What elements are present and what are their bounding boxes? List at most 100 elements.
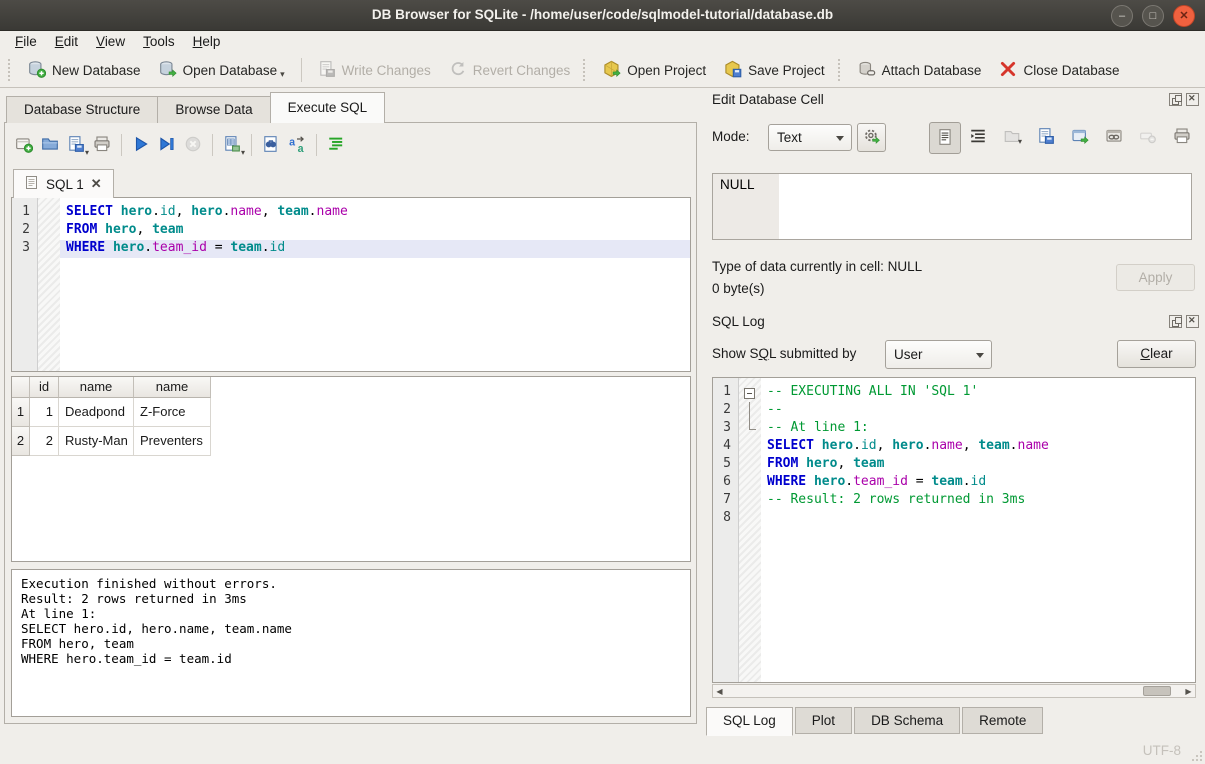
export-results-button[interactable]: ▾	[219, 132, 245, 158]
tab-execute-sql[interactable]: Execute SQL	[270, 92, 386, 123]
scroll-right-icon[interactable]: ▶	[1182, 685, 1195, 697]
table-cell[interactable]: 1	[30, 398, 59, 427]
resize-grip[interactable]	[1190, 749, 1202, 761]
table-cell[interactable]: Deadpond	[59, 398, 134, 427]
apply-button[interactable]: Apply	[1116, 264, 1195, 291]
code-token: .	[309, 204, 317, 219]
results-column-header[interactable]: name	[59, 377, 134, 398]
sql-editor-code[interactable]: SELECT hero.id, hero.name, team.nameFROM…	[60, 198, 690, 371]
menu-item-tools[interactable]: Tools	[134, 32, 184, 51]
row-number-cell[interactable]: 1	[12, 398, 30, 427]
save-project-button[interactable]: Save Project	[715, 56, 834, 85]
mode-combobox[interactable]: Text	[768, 124, 852, 151]
toolbar-grip[interactable]	[8, 59, 15, 81]
open-database-button[interactable]: c => ``Open Database▾	[150, 56, 294, 85]
float-dock-icon[interactable]	[1169, 93, 1182, 106]
close-dock-icon[interactable]	[1186, 93, 1199, 106]
table-cell[interactable]: Rusty-Man	[59, 427, 134, 456]
print-cell-button[interactable]	[1172, 127, 1192, 147]
cell-link-button[interactable]	[1104, 127, 1124, 147]
menu-item-file[interactable]: File	[6, 32, 46, 51]
fold-margin-cell	[739, 456, 761, 474]
fold-marker[interactable]	[739, 402, 761, 420]
new-database-button[interactable]: c => ``New Database	[19, 56, 150, 85]
sql-log-fold-margin[interactable]	[739, 378, 761, 682]
revert-changes-button[interactable]: Revert Changes	[440, 56, 580, 85]
bottom-tab-db-schema[interactable]: DB Schema	[854, 707, 960, 734]
code-token: --	[767, 402, 783, 417]
table-cell[interactable]: 2	[30, 427, 59, 456]
bottom-tab-sql-log[interactable]: SQL Log	[706, 707, 793, 736]
find-in-sql-button[interactable]	[258, 132, 284, 158]
fold-marker[interactable]	[739, 384, 761, 402]
sql-editor[interactable]: 123 SELECT hero.id, hero.name, team.name…	[11, 197, 691, 372]
menu-item-view[interactable]: View	[87, 32, 134, 51]
sql-log-horizontal-scrollbar[interactable]: ◀ ▶	[712, 684, 1196, 698]
sql-log-filter-combobox[interactable]: User	[885, 340, 992, 369]
execute-all-button[interactable]	[128, 132, 154, 158]
tab-database-structure[interactable]: Database Structure	[6, 96, 158, 123]
results-header-row: idnamename	[12, 377, 690, 398]
results-column-header[interactable]: id	[30, 377, 59, 398]
new-sql-tab-button[interactable]	[11, 132, 37, 158]
set-null-button[interactable]	[1138, 127, 1158, 147]
write-changes-button[interactable]: Write Changes	[309, 56, 440, 85]
close-sql-tab-icon[interactable]: ✕	[91, 176, 102, 192]
results-column-header[interactable]: name	[134, 377, 211, 398]
code-token: team	[230, 240, 261, 255]
toolbar-grip[interactable]	[583, 59, 590, 81]
auto-mode-button[interactable]	[857, 123, 886, 152]
scrollbar-thumb[interactable]	[1143, 686, 1171, 696]
tab-browse-data[interactable]: Browse Data	[157, 96, 270, 123]
close-button[interactable]: ✕	[1173, 5, 1195, 27]
sql-log-code[interactable]: -- EXECUTING ALL IN 'SQL 1'---- At line …	[761, 378, 1195, 682]
dropdown-caret-icon[interactable]: ▾	[280, 69, 285, 80]
print-sql-button[interactable]	[89, 132, 115, 158]
dropdown-caret-icon[interactable]: ▾	[241, 148, 245, 157]
results-corner-cell[interactable]	[12, 377, 30, 398]
menu-item-edit[interactable]: Edit	[46, 32, 87, 51]
code-token	[105, 240, 113, 255]
fold-marker[interactable]	[739, 420, 761, 438]
close-dock-icon[interactable]	[1186, 315, 1199, 328]
menu-item-help[interactable]: Help	[184, 32, 230, 51]
save-cell-data-button[interactable]	[1036, 127, 1056, 147]
word-wrap-button[interactable]	[968, 127, 988, 147]
text-mode-button[interactable]	[929, 122, 961, 154]
execute-current-line-button[interactable]	[154, 132, 180, 158]
float-dock-icon[interactable]	[1169, 315, 1182, 328]
window-titlebar[interactable]: DB Browser for SQLite - /home/user/code/…	[0, 0, 1205, 31]
open-project-icon	[603, 60, 621, 81]
row-number-cell[interactable]: 2	[12, 427, 30, 456]
code-token: ,	[837, 456, 853, 471]
code-token	[113, 204, 121, 219]
minimize-button[interactable]: –	[1111, 5, 1133, 27]
import-in-cell-button[interactable]: ▾	[1002, 127, 1022, 147]
close-database-button[interactable]: Close Database	[990, 56, 1128, 85]
clear-log-button[interactable]: Clear	[1117, 340, 1196, 368]
bottom-tab-plot[interactable]: Plot	[795, 707, 852, 734]
open-project-button[interactable]: Open Project	[594, 56, 715, 85]
maximize-button[interactable]: □	[1142, 5, 1164, 27]
toolbar-grip[interactable]	[838, 59, 845, 81]
close-icon: ✕	[1179, 11, 1188, 22]
attach-database-button[interactable]: Attach Database	[849, 56, 991, 85]
format-sql-button[interactable]	[323, 132, 349, 158]
open-sql-file-button[interactable]	[37, 132, 63, 158]
sql-editor-fold-margin[interactable]	[38, 198, 60, 371]
stop-execution-button[interactable]	[180, 132, 206, 158]
table-cell[interactable]: Z-Force	[134, 398, 211, 427]
export-cell-data-button[interactable]	[1070, 127, 1090, 147]
save-sql-file-button[interactable]: ▾	[63, 132, 89, 158]
code-token: .	[144, 240, 152, 255]
sql-editor-line-numbers: 123	[12, 198, 38, 371]
cell-value-editor[interactable]: NULL	[712, 173, 1192, 240]
sql-document-tab[interactable]: SQL 1 ✕	[13, 169, 114, 198]
table-cell[interactable]: Preventers	[134, 427, 211, 456]
find-replace-button[interactable]: aa	[284, 132, 310, 158]
revert-changes-icon	[449, 60, 467, 81]
sql-log-editor[interactable]: 12345678 -- EXECUTING ALL IN 'SQL 1'----…	[712, 377, 1196, 683]
scroll-left-icon[interactable]: ◀	[713, 685, 726, 697]
window-title: DB Browser for SQLite - /home/user/code/…	[0, 0, 1205, 30]
bottom-tab-remote[interactable]: Remote	[962, 707, 1043, 734]
